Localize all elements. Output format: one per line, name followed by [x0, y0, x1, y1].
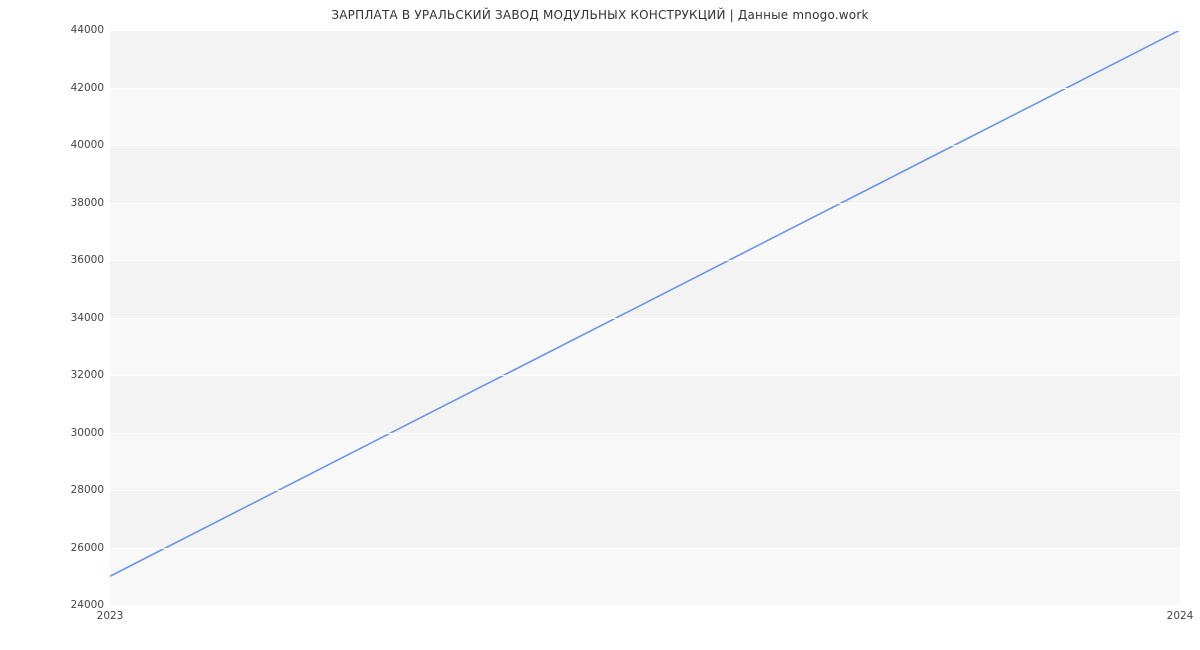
y-tick-label: 30000: [44, 427, 104, 439]
grid-line: [110, 375, 1180, 376]
grid-line: [110, 145, 1180, 146]
grid-line: [110, 605, 1180, 606]
grid-line: [110, 318, 1180, 319]
grid-line: [110, 203, 1180, 204]
y-tick-label: 36000: [44, 254, 104, 266]
y-tick-label: 38000: [44, 197, 104, 209]
chart-title: ЗАРПЛАТА В УРАЛЬСКИЙ ЗАВОД МОДУЛЬНЫХ КОН…: [0, 8, 1200, 22]
x-tick-label: 2024: [1167, 610, 1194, 622]
y-tick-label: 44000: [44, 24, 104, 36]
grid-line: [110, 260, 1180, 261]
grid-line: [110, 490, 1180, 491]
y-tick-label: 34000: [44, 312, 104, 324]
y-tick-label: 28000: [44, 484, 104, 496]
grid-line: [110, 88, 1180, 89]
y-tick-label: 42000: [44, 82, 104, 94]
y-tick-label: 40000: [44, 139, 104, 151]
chart-container: ЗАРПЛАТА В УРАЛЬСКИЙ ЗАВОД МОДУЛЬНЫХ КОН…: [0, 0, 1200, 650]
grid-line: [110, 548, 1180, 549]
grid-line: [110, 30, 1180, 31]
x-tick-label: 2023: [97, 610, 124, 622]
y-tick-label: 26000: [44, 542, 104, 554]
grid-line: [110, 433, 1180, 434]
plot-area: [110, 30, 1180, 605]
y-tick-label: 24000: [44, 599, 104, 611]
series-line: [110, 30, 1180, 576]
y-tick-label: 32000: [44, 369, 104, 381]
